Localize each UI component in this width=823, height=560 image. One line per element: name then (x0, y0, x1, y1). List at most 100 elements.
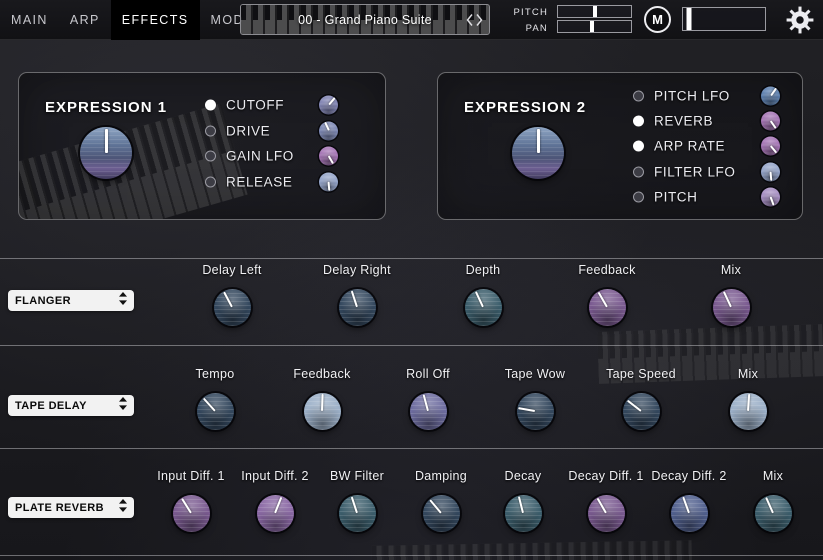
filter-lfo-label: FILTER LFO (654, 165, 736, 180)
knob-group: Feedback (267, 367, 377, 430)
decay-diff-1-knob[interactable] (588, 495, 625, 532)
tab-main[interactable]: MAIN (0, 0, 59, 40)
knob-label: BW Filter (312, 469, 402, 483)
pan-slider-handle[interactable] (590, 21, 594, 32)
feedback-knob[interactable] (304, 393, 341, 430)
release-label: RELEASE (226, 175, 292, 190)
knob-label: Delay Right (302, 263, 412, 277)
preset-prev-icon[interactable] (465, 13, 474, 27)
output-slider[interactable] (682, 7, 766, 31)
pitch-slider-handle[interactable] (593, 6, 597, 17)
drive-amount-knob[interactable] (319, 122, 338, 141)
pitch-amount-knob[interactable] (761, 188, 780, 207)
selector-updown-icon (119, 499, 127, 517)
knob-label: Input Diff. 1 (146, 469, 236, 483)
pitch-lfo-amount-knob[interactable] (761, 87, 780, 106)
knob-group: Decay Diff. 2 (644, 469, 734, 532)
pitch-lfo-radio[interactable] (633, 91, 644, 102)
preset-selector[interactable]: 00 - Grand Piano Suite (240, 4, 490, 35)
mono-button[interactable]: M (644, 6, 671, 33)
pitch-lfo-label: PITCH LFO (654, 89, 730, 104)
knob-label: Feedback (552, 263, 662, 277)
main-tabs: MAIN ARP EFFECTS MOD (0, 0, 255, 40)
reverb-radio[interactable] (633, 116, 644, 127)
pan-slider[interactable] (557, 20, 632, 33)
assign-row-gain-lfo: GAIN LFO (19, 145, 385, 167)
expression1-panel: EXPRESSION 1 CUTOFF DRIVE GAIN LFO RELEA… (18, 72, 386, 220)
tape-speed-knob[interactable] (623, 393, 660, 430)
tape-wow-knob[interactable] (517, 393, 554, 430)
knob-group: Input Diff. 2 (230, 469, 320, 532)
knob-label: Feedback (267, 367, 377, 381)
effect1-selector-label: FLANGER (15, 295, 71, 307)
roll-off-knob[interactable] (410, 393, 447, 430)
plate-reverb-row: PLATE REVERB Input Diff. 1 Input Diff. 2… (0, 448, 823, 556)
input-diff-1-knob[interactable] (173, 495, 210, 532)
filter-lfo-radio[interactable] (633, 167, 644, 178)
knob-group: Tape Wow (480, 367, 590, 430)
cutoff-radio[interactable] (205, 100, 216, 111)
effect3-selector-label: PLATE REVERB (15, 502, 104, 514)
knob-label: Roll Off (373, 367, 483, 381)
reverb-label: REVERB (654, 114, 713, 129)
knob-label: Mix (676, 263, 786, 277)
pitch-radio[interactable] (633, 192, 644, 203)
plugin-window: MAIN ARP EFFECTS MOD 00 - Grand Piano Su… (0, 0, 823, 560)
assign-row-reverb: REVERB (438, 110, 802, 132)
knob-group: Delay Right (302, 263, 412, 326)
release-radio[interactable] (205, 177, 216, 188)
tab-arp[interactable]: ARP (59, 0, 111, 40)
delay-left-knob[interactable] (214, 289, 251, 326)
decay-knob[interactable] (505, 495, 542, 532)
knob-group: Mix (693, 367, 803, 430)
pitch-label: PITCH (654, 190, 698, 205)
preset-arrows (465, 5, 484, 34)
knob-group: BW Filter (312, 469, 402, 532)
assign-row-cutoff: CUTOFF (19, 94, 385, 116)
expression2-panel: EXPRESSION 2 PITCH LFO REVERB ARP RATE F… (437, 72, 803, 220)
output-slider-handle[interactable] (686, 8, 691, 30)
delay-right-knob[interactable] (339, 289, 376, 326)
effect2-selector[interactable]: TAPE DELAY (8, 395, 134, 416)
reverb-amount-knob[interactable] (761, 112, 780, 131)
feedback-knob[interactable] (589, 289, 626, 326)
bw-filter-knob[interactable] (339, 495, 376, 532)
effect3-selector[interactable]: PLATE REVERB (8, 497, 134, 518)
mix-knob[interactable] (713, 289, 750, 326)
assign-row-filter-lfo: FILTER LFO (438, 161, 802, 183)
gain-lfo-radio[interactable] (205, 151, 216, 162)
mix-knob[interactable] (755, 495, 792, 532)
arp-rate-amount-knob[interactable] (761, 137, 780, 156)
knob-group: Depth (428, 263, 538, 326)
knob-label: Decay Diff. 1 (561, 469, 651, 483)
effect2-selector-label: TAPE DELAY (15, 400, 87, 412)
mix-knob[interactable] (730, 393, 767, 430)
drive-radio[interactable] (205, 126, 216, 137)
depth-knob[interactable] (465, 289, 502, 326)
input-diff-2-knob[interactable] (257, 495, 294, 532)
gain-lfo-amount-knob[interactable] (319, 147, 338, 166)
cutoff-amount-knob[interactable] (319, 96, 338, 115)
effect1-selector[interactable]: FLANGER (8, 290, 134, 311)
release-amount-knob[interactable] (319, 173, 338, 192)
knob-group: Tempo (160, 367, 270, 430)
tab-effects[interactable]: EFFECTS (111, 0, 200, 40)
knob-group: Feedback (552, 263, 662, 326)
preset-next-icon[interactable] (475, 13, 484, 27)
decay-diff-2-knob[interactable] (671, 495, 708, 532)
pitch-label: PITCH (505, 7, 548, 18)
arp-rate-radio[interactable] (633, 141, 644, 152)
tempo-knob[interactable] (197, 393, 234, 430)
top-bar: MAIN ARP EFFECTS MOD 00 - Grand Piano Su… (0, 0, 823, 40)
tape-delay-row: TAPE DELAY Tempo Feedback Roll Off Tape … (0, 345, 823, 448)
knob-group: Mix (728, 469, 818, 532)
gain-lfo-label: GAIN LFO (226, 149, 294, 164)
preset-name: 00 - Grand Piano Suite (298, 13, 432, 27)
assign-row-pitch: PITCH (438, 186, 802, 208)
settings-gear-icon[interactable] (786, 6, 814, 34)
knob-group: Roll Off (373, 367, 483, 430)
knob-label: Mix (728, 469, 818, 483)
pitch-slider[interactable] (557, 5, 632, 18)
damping-knob[interactable] (423, 495, 460, 532)
filter-lfo-amount-knob[interactable] (761, 163, 780, 182)
